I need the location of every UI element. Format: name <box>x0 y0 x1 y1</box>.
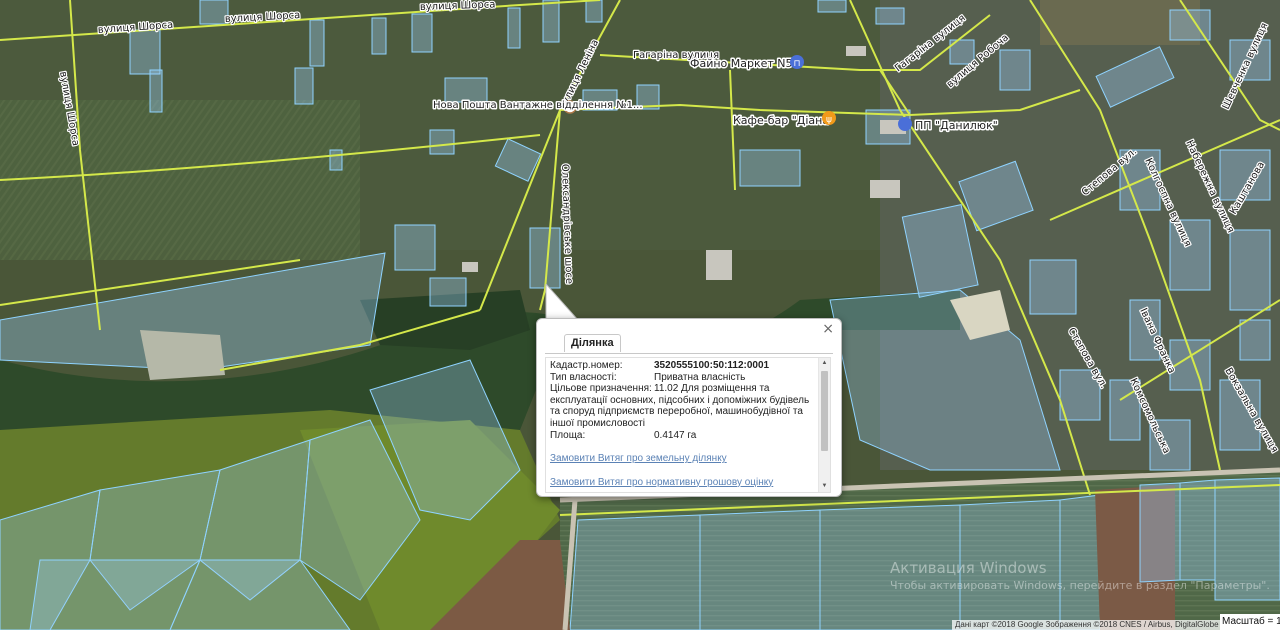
scroll-down-arrow-icon[interactable]: ▼ <box>819 481 830 492</box>
popup-scrollbar[interactable]: ▲ ▼ <box>818 358 830 492</box>
poi-nova-poshta[interactable]: Нова Пошта Вантажне відділення №1... <box>432 98 644 114</box>
field-row-purpose: Цільове призначення: 11.02 Для розміщенн… <box>550 383 814 429</box>
poi-label-kafe: Кафе-бар "Діана" <box>733 114 834 127</box>
svg-text:⊓: ⊓ <box>793 59 800 69</box>
field-west <box>0 100 360 260</box>
poi-faino[interactable]: Файно Маркет N56 ⊓ <box>689 55 804 72</box>
map-attribution[interactable]: Дані карт ©2018 Google Зображення ©2018 … <box>952 620 1221 630</box>
field-row-ownership: Тип власності: Приватна власність <box>550 372 814 384</box>
area-value: 0.4147 га <box>654 429 697 441</box>
field-row-area: Площа: 0.4147 га <box>550 430 814 442</box>
purpose-value: 11.02 Для розміщення та експлуатації осн… <box>550 383 810 429</box>
shop-icon <box>898 117 912 131</box>
order-valuation-link[interactable]: Замовити Витяг про нормативну грошову оц… <box>550 477 814 489</box>
watermark-subtitle: Чтобы активировать Windows, перейдите в … <box>890 579 1270 592</box>
tab-parcel[interactable]: Ділянка <box>564 334 621 352</box>
poi-label-faino: Файно Маркет N56 <box>690 57 800 70</box>
close-icon[interactable]: × <box>822 321 834 337</box>
poi-label-nova-poshta: Нова Пошта Вантажне відділення №1... <box>433 99 643 111</box>
field-row-cadastral: Кадастр.номер: 3520555100:50:112:0001 <box>550 360 814 372</box>
popup-content-area[interactable]: Кадастр.номер: 3520555100:50:112:0001 Ти… <box>545 357 831 493</box>
poi-label-danyliuk: ПП "Данилюк" <box>915 119 998 132</box>
windows-activation-watermark: Активация Windows Чтобы активировать Win… <box>890 559 1270 592</box>
cadastral-number: 3520555100:50:112:0001 <box>654 360 770 371</box>
field-label: Кадастр.номер: <box>550 360 623 371</box>
order-extract-link[interactable]: Замовити Витяг про земельну ділянку <box>550 453 814 465</box>
parcel-details: Кадастр.номер: 3520555100:50:112:0001 Ти… <box>550 360 814 488</box>
watermark-title: Активация Windows <box>890 559 1047 577</box>
tab-divider <box>545 353 833 354</box>
scroll-thumb[interactable] <box>821 371 828 451</box>
parcel-info-popup[interactable]: × Ділянка Кадастр.номер: 3520555100:50:1… <box>536 318 842 497</box>
svg-text:ψ: ψ <box>826 115 832 125</box>
satellite-map[interactable]: вулиця Шорса вулиця Шорса вулиця Шорса в… <box>0 0 1280 630</box>
map-scale: Масштаб = 1 : 5000 <box>1220 614 1280 630</box>
poi-kafe[interactable]: Кафе-бар "Діана" ψ <box>732 111 836 129</box>
scroll-up-arrow-icon[interactable]: ▲ <box>819 358 830 369</box>
field-label: Площа: <box>550 429 586 441</box>
quarry-west <box>140 330 225 380</box>
field-label: Тип власності: <box>550 371 617 383</box>
ownership-type: Приватна власність <box>654 371 746 383</box>
